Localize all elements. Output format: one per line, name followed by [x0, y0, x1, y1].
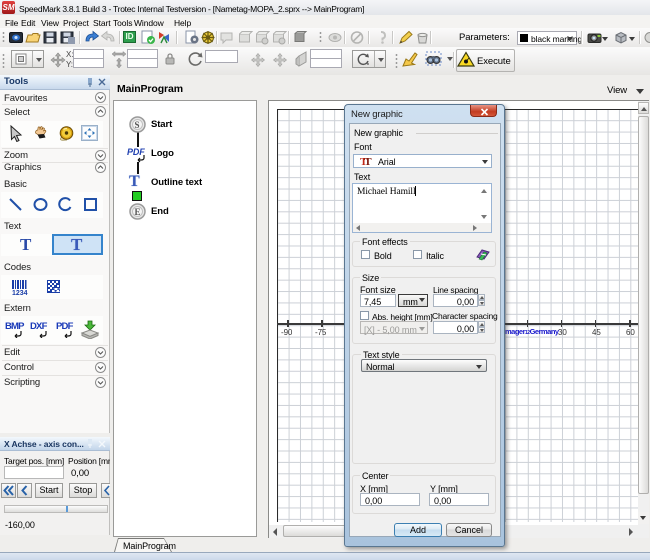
svg-text:E: E	[135, 207, 141, 217]
svg-text:123: 123	[53, 288, 61, 294]
svg-text:1234: 1234	[12, 290, 28, 295]
svg-text:S: S	[135, 120, 140, 130]
